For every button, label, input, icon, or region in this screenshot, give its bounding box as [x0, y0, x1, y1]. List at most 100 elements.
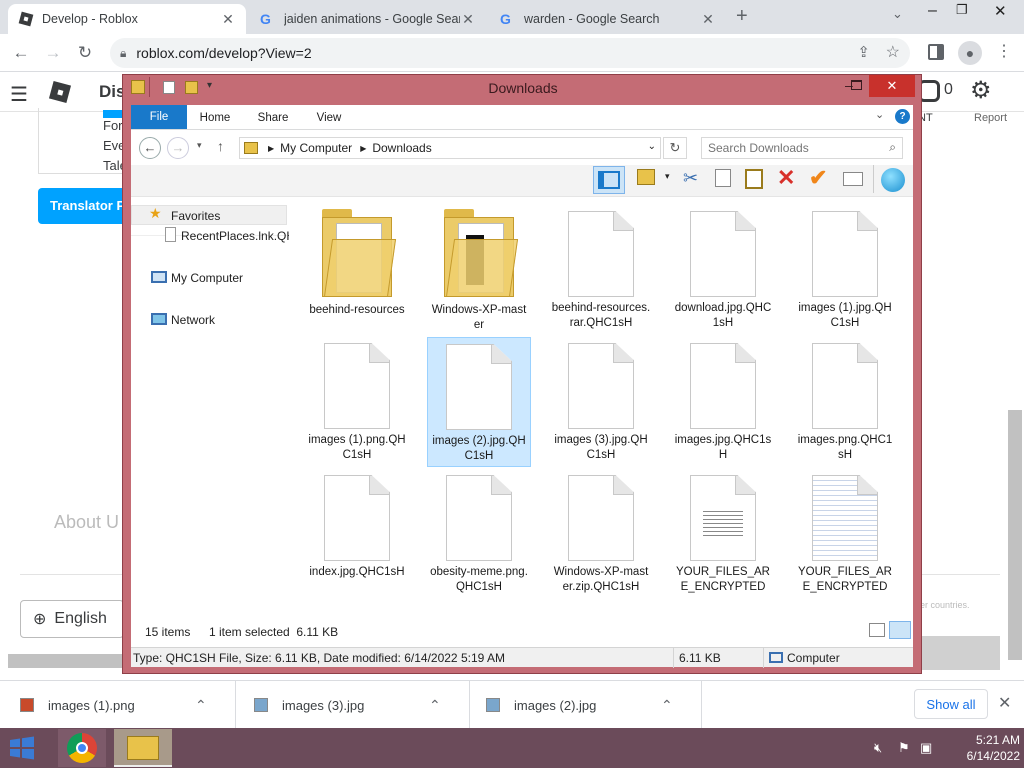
tab-jaiden-search[interactable]: G jaiden animations - Google Searc ✕: [250, 4, 486, 34]
close-tab-icon[interactable]: ✕: [700, 11, 716, 28]
details-bar: Type: QHC1SH File, Size: 6.11 KB, Date m…: [131, 647, 913, 668]
ribbon-tab-view[interactable]: View: [307, 107, 351, 129]
nav-item-recent-places[interactable]: RecentPlaces.lnk.QH: [181, 229, 289, 243]
file-item[interactable]: YOUR_FILES_ARE_ENCRYPTED: [793, 469, 897, 599]
file-item[interactable]: images.jpg.QHC1sH: [671, 337, 775, 467]
maximize-window-button[interactable]: [851, 80, 862, 90]
file-name: images (3).jpg.QHC1sH: [554, 434, 648, 461]
up-arrow-icon[interactable]: ↑: [217, 138, 224, 154]
sidepanel-icon[interactable]: [928, 44, 944, 60]
breadcrumb-downloads[interactable]: Downloads: [372, 141, 431, 155]
nav-item-network[interactable]: Network: [171, 313, 215, 327]
profile-avatar-icon[interactable]: ●: [958, 41, 982, 65]
file-item[interactable]: beehind-resources: [305, 205, 409, 335]
chevron-up-icon[interactable]: ⌃: [661, 697, 701, 714]
close-window-button[interactable]: ✕: [869, 75, 915, 97]
file-item[interactable]: images (3).jpg.QHC1sH: [549, 337, 653, 467]
help-icon[interactable]: ?: [895, 109, 910, 124]
paste-clipboard-icon[interactable]: [745, 169, 763, 189]
preview-pane-button[interactable]: [593, 166, 625, 194]
refresh-icon[interactable]: ↻: [663, 137, 687, 159]
breadcrumb-arrow-icon[interactable]: ▶: [268, 144, 274, 153]
hamburger-menu-icon[interactable]: ☰: [10, 82, 28, 107]
taskbar-chrome-button[interactable]: [58, 729, 106, 767]
forward-arrow-icon[interactable]: →: [40, 40, 66, 66]
address-bar[interactable]: 🔒︎ roblox.com/develop?View=2 ⇪ ☆: [110, 38, 910, 68]
page-scrollbar-thumb[interactable]: [1008, 410, 1022, 660]
file-item[interactable]: images (2).jpg.QHC1sH: [427, 337, 531, 467]
back-button[interactable]: ←: [139, 137, 161, 159]
ribbon-tab-share[interactable]: Share: [251, 107, 295, 129]
path-dropdown-icon[interactable]: ⌄: [648, 141, 656, 152]
file-item[interactable]: images (1).png.QHC1sH: [305, 337, 409, 467]
tab-develop-roblox[interactable]: Develop - Roblox ✕: [8, 4, 246, 34]
ribbon-tab-home[interactable]: Home: [193, 107, 237, 129]
details-view-icon[interactable]: [869, 623, 885, 637]
settings-gear-icon[interactable]: ⚙: [970, 76, 992, 105]
card-line[interactable]: For: [103, 116, 123, 136]
file-item[interactable]: obesity-meme.png.QHC1sH: [427, 469, 531, 599]
close-tab-icon[interactable]: ✕: [220, 11, 236, 28]
search-input[interactable]: [702, 138, 872, 158]
ribbon-tab-file[interactable]: File: [131, 105, 187, 129]
action-center-flag-icon[interactable]: ⚑: [898, 740, 910, 756]
delete-x-icon[interactable]: ✕: [777, 165, 795, 191]
address-path-bar[interactable]: ▶ My Computer ▶ Downloads ⌄: [239, 137, 661, 159]
translator-portal-button[interactable]: Translator P: [38, 188, 128, 224]
file-item[interactable]: index.jpg.QHC1sH: [305, 469, 409, 599]
cut-scissors-icon[interactable]: ✂: [683, 168, 698, 189]
close-browser-button[interactable]: ✕: [994, 2, 1007, 20]
search-magnifier-icon[interactable]: ⌕: [889, 140, 896, 155]
download-item[interactable]: images (3).jpg ⌃: [236, 681, 470, 729]
breadcrumb-my-computer[interactable]: My Computer: [280, 141, 352, 155]
show-all-button[interactable]: Show all: [914, 689, 988, 719]
download-item[interactable]: images (1).png ⌃: [0, 681, 236, 729]
chevron-up-icon[interactable]: ⌃: [429, 697, 469, 714]
share-icon[interactable]: ⇪: [857, 43, 870, 61]
file-item[interactable]: download.jpg.QHC1sH: [671, 205, 775, 335]
back-arrow-icon[interactable]: ←: [8, 40, 34, 66]
language-selector[interactable]: ⊕ English: [20, 600, 124, 638]
move-to-icon[interactable]: [637, 169, 655, 185]
search-box[interactable]: ⌕: [701, 137, 903, 159]
tab-search-icon[interactable]: ⌄: [892, 6, 903, 22]
new-tab-button[interactable]: +: [736, 5, 748, 28]
file-item[interactable]: images.png.QHC1sH: [793, 337, 897, 467]
close-tab-icon[interactable]: ✕: [460, 11, 476, 28]
globe-network-icon[interactable]: [881, 168, 905, 192]
about-us-link[interactable]: About U: [54, 512, 119, 533]
file-item[interactable]: Windows-XP-master.zip.QHC1sH: [549, 469, 653, 599]
nav-item-my-computer[interactable]: My Computer: [171, 271, 243, 285]
minimize-browser-button[interactable]: –: [928, 2, 937, 20]
file-name: images (2).jpg.QHC1sH: [432, 435, 526, 462]
network-tray-icon[interactable]: ▣: [920, 740, 932, 756]
chevron-up-icon[interactable]: ⌃: [195, 697, 235, 714]
text-file-icon: [690, 475, 756, 561]
menu-dots-icon[interactable]: ⋮: [996, 41, 1012, 61]
report-label[interactable]: Report: [974, 112, 1007, 124]
close-downloads-icon[interactable]: ✕: [998, 693, 1011, 713]
roblox-logo-icon[interactable]: [48, 80, 72, 107]
toolbar-dropdown-icon[interactable]: ▾: [665, 171, 670, 182]
rename-icon[interactable]: [843, 172, 863, 186]
forward-button[interactable]: →: [167, 137, 189, 159]
expand-ribbon-icon[interactable]: ⌄: [875, 108, 884, 121]
file-item[interactable]: Windows-XP-master: [427, 205, 531, 335]
reload-icon[interactable]: ↻: [72, 40, 98, 66]
volume-muted-icon[interactable]: 🔇︎: [874, 740, 882, 756]
file-item[interactable]: images (1).jpg.QHC1sH: [793, 205, 897, 335]
large-icons-view-icon[interactable]: [889, 621, 911, 639]
download-item[interactable]: images (2).jpg ⌃: [470, 681, 702, 729]
restore-browser-button[interactable]: ❐: [956, 2, 968, 18]
tab-warden-search[interactable]: G warden - Google Search ✕: [490, 4, 726, 34]
system-clock[interactable]: 5:21 AM 6/14/2022: [940, 732, 1020, 764]
file-item[interactable]: YOUR_FILES_ARE_ENCRYPTED: [671, 469, 775, 599]
breadcrumb-arrow-icon[interactable]: ▶: [360, 144, 366, 153]
windows-start-icon[interactable]: [8, 736, 36, 760]
file-item[interactable]: beehind-resources.rar.QHC1sH: [549, 205, 653, 335]
recent-locations-icon[interactable]: ▾: [197, 140, 202, 151]
taskbar-explorer-button[interactable]: [114, 729, 172, 767]
select-checkmark-icon[interactable]: ✔: [809, 165, 827, 191]
copy-icon[interactable]: [715, 169, 731, 187]
bookmark-star-icon[interactable]: ☆: [886, 42, 900, 62]
